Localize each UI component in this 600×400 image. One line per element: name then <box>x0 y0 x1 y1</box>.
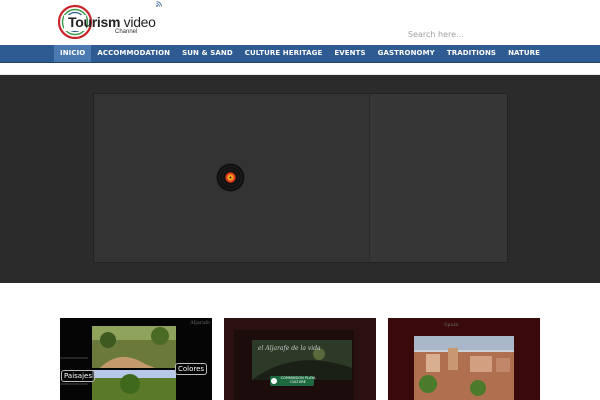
nav-item-gastronomy[interactable]: GASTRONOMY <box>372 45 441 62</box>
thumbnail-image <box>388 318 540 400</box>
main-nav: INICIO ACCOMMODATION SUN & SAND CULTURE HER… <box>0 45 600 63</box>
nav-list: INICIO ACCOMMODATION SUN & SAND CULTURE HER… <box>54 45 546 62</box>
thumbnail-badge-line: CULTURE <box>290 380 306 384</box>
thumbnail-caption: Colores <box>175 363 208 375</box>
thumbnail-caption: Paisajes <box>61 370 95 382</box>
thumbnail-brand: Spain <box>444 322 459 328</box>
thumbnail-overlay-title: el Aljarafe de la vida <box>258 345 321 352</box>
nav-item-events[interactable]: EVENTS <box>328 45 371 62</box>
thumbnail-image <box>224 318 376 400</box>
search-input[interactable] <box>404 26 600 42</box>
thumbnail-badge: COMMISSION PLAYA CULTURE <box>280 376 316 384</box>
nav-item-sun-sand[interactable]: SUN & SAND <box>176 45 239 62</box>
nav-item-inicio[interactable]: INICIO <box>54 45 92 62</box>
logo-subtitle: Channel <box>115 29 138 35</box>
video-thumbnail-landscapes[interactable]: Aljarafe Paisajes Colores <box>60 318 212 400</box>
rss-icon[interactable] <box>156 1 162 7</box>
nav-item-nature[interactable]: NATURE <box>502 45 546 62</box>
video-thumbnail-aljarafe[interactable]: el Aljarafe de la vida COMMISSION PLAYA … <box>224 318 376 400</box>
site-header: Tourism video Channel <box>0 0 600 45</box>
logo-title[interactable]: Tourism video <box>68 14 156 30</box>
video-thumbnail-spain[interactable]: Spain <box>388 318 540 400</box>
nav-item-traditions[interactable]: TRADITIONS <box>441 45 502 62</box>
nav-item-culture-heritage[interactable]: CULTURE HERITAGE <box>239 45 329 62</box>
nav-item-accommodation[interactable]: ACCOMMODATION <box>91 45 176 62</box>
playlist-panel[interactable] <box>369 93 508 263</box>
featured-slider <box>0 75 600 283</box>
vinyl-record-icon <box>216 163 245 192</box>
thumbnail-brand: Aljarafe <box>190 320 210 326</box>
thumbnail-image <box>60 318 212 400</box>
